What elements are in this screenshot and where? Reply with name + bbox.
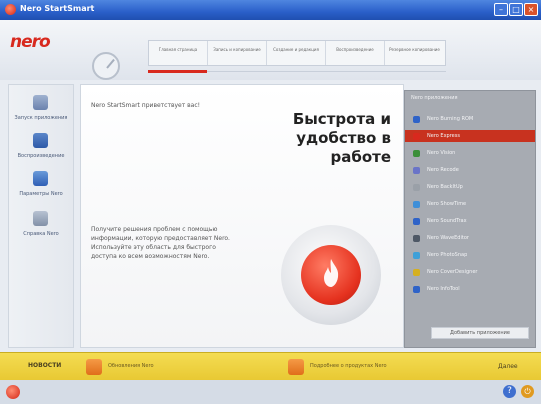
tab-label: Запись и копирование (213, 47, 261, 52)
app-list-label: Nero ShowTime (427, 201, 467, 207)
app-icon (413, 286, 420, 293)
tab-label: Воспроизведение (336, 47, 374, 52)
news-link[interactable]: Обновления Nero (108, 363, 154, 369)
window-title: Nero StartSmart (20, 4, 95, 13)
nero-logo: nero (10, 32, 51, 52)
nero-home-icon[interactable] (6, 385, 20, 399)
nero-app-icon (5, 4, 16, 15)
app-list-item[interactable]: Nero Burning ROM (405, 113, 535, 125)
help-icon (33, 211, 48, 226)
app-list-item[interactable]: Nero CoverDesigner (405, 266, 535, 278)
tab-home[interactable]: Главная страница (149, 41, 208, 65)
app-icon (413, 167, 420, 174)
app-icon (413, 235, 420, 242)
news-more-link[interactable]: Далее (498, 363, 518, 370)
tab-backup[interactable]: Резервное копирование (385, 41, 444, 65)
app-list-label: Nero CoverDesigner (427, 269, 478, 275)
headline-line: работе (330, 148, 391, 166)
intro-text: Nero StartSmart приветствует вас! (91, 102, 201, 109)
tab-playback[interactable]: Воспроизведение (326, 41, 385, 65)
close-button[interactable]: × (524, 3, 538, 16)
app-list-label: Nero Vision (427, 150, 456, 156)
tab-bar: Главная страница Запись и копирование Со… (148, 40, 446, 66)
app-list-label: Nero Recode (427, 167, 459, 173)
headline-line: удобство в (296, 129, 391, 147)
app-list-label: Nero BackItUp (427, 184, 463, 190)
news-bar: НОВОСТИ Обновления Nero Подробнее о прод… (0, 352, 541, 381)
app-list-label: Nero SoundTrax (427, 218, 467, 224)
app-list-label: Nero InfoTool (427, 286, 460, 292)
tab-label: Резервное копирование (389, 47, 440, 52)
tab-create-edit[interactable]: Создание и редакция (267, 41, 326, 65)
apps-icon (33, 95, 48, 110)
applications-panel: Nero приложения Nero Burning ROM Nero Exp… (404, 90, 536, 348)
power-icon[interactable]: ⏻ (521, 385, 534, 398)
sidebar-item-label: Запуск приложения (14, 115, 68, 121)
sidebar-item-label: Справка Nero (23, 231, 59, 237)
music-icon (33, 133, 48, 148)
news-icon (86, 359, 102, 375)
minimize-button[interactable]: – (494, 3, 508, 16)
news-label: НОВОСТИ (28, 362, 62, 369)
maximize-button[interactable]: □ (509, 3, 523, 16)
app-icon (413, 252, 420, 259)
help-icon[interactable]: ? (503, 385, 516, 398)
app-list-label: Nero PhotoSnap (427, 252, 468, 258)
tab-label: Главная страница (158, 47, 198, 52)
app-list-item[interactable]: Nero Express (405, 130, 535, 142)
app-list-item[interactable]: Nero PhotoSnap (405, 249, 535, 261)
active-tab-indicator (148, 70, 207, 73)
app-list-item[interactable]: Nero SoundTrax (405, 215, 535, 227)
app-list-item[interactable]: Nero InfoTool (405, 283, 535, 295)
app-icon (413, 218, 420, 225)
app-icon (413, 150, 420, 157)
app-list-label: Nero Burning ROM (427, 116, 474, 122)
tab-rip-burn[interactable]: Запись и копирование (208, 41, 267, 65)
app-list-item[interactable]: Nero WaveEditor (405, 232, 535, 244)
description-text: Получите решения проблем с помощью инфор… (91, 226, 230, 260)
app-icon (413, 269, 420, 276)
add-application-button[interactable]: Добавить приложение (431, 327, 529, 339)
flame-icon (324, 259, 339, 287)
tab-label: Создание и редакция (273, 47, 319, 52)
settings-icon (33, 171, 48, 186)
panel-header: Nero приложения (411, 95, 458, 101)
app-list-item[interactable]: Nero BackItUp (405, 181, 535, 193)
app-icon (413, 133, 420, 140)
app-list-item[interactable]: Nero ShowTime (405, 198, 535, 210)
sidebar: Запуск приложения Воспроизведение Параме… (8, 84, 74, 348)
headline: Быстрота и удобство в работе (261, 110, 391, 167)
tab-divider (207, 71, 446, 72)
app-list-item[interactable]: Nero Recode (405, 164, 535, 176)
news-link[interactable]: Подробнее о продуктах Nero (310, 363, 387, 369)
app-icon (413, 201, 420, 208)
sidebar-item-label: Параметры Nero (19, 191, 63, 197)
app-list-item[interactable]: Nero Vision (405, 147, 535, 159)
title-bar: Nero StartSmart – □ × (0, 0, 541, 20)
status-bar: ? ⏻ (0, 380, 541, 404)
sidebar-item-label: Воспроизведение (17, 153, 65, 159)
headline-line: Быстрота и (292, 110, 391, 128)
app-list-label: Nero WaveEditor (427, 235, 469, 241)
app-list-label: Nero Express (427, 133, 460, 139)
compass-icon (92, 52, 120, 80)
app-icon (413, 116, 420, 123)
app-icon (413, 184, 420, 191)
main-panel: Nero StartSmart приветствует вас! Быстро… (80, 84, 404, 348)
news-icon (288, 359, 304, 375)
app-window: Nero StartSmart – □ × nero Главная стран… (0, 0, 541, 404)
